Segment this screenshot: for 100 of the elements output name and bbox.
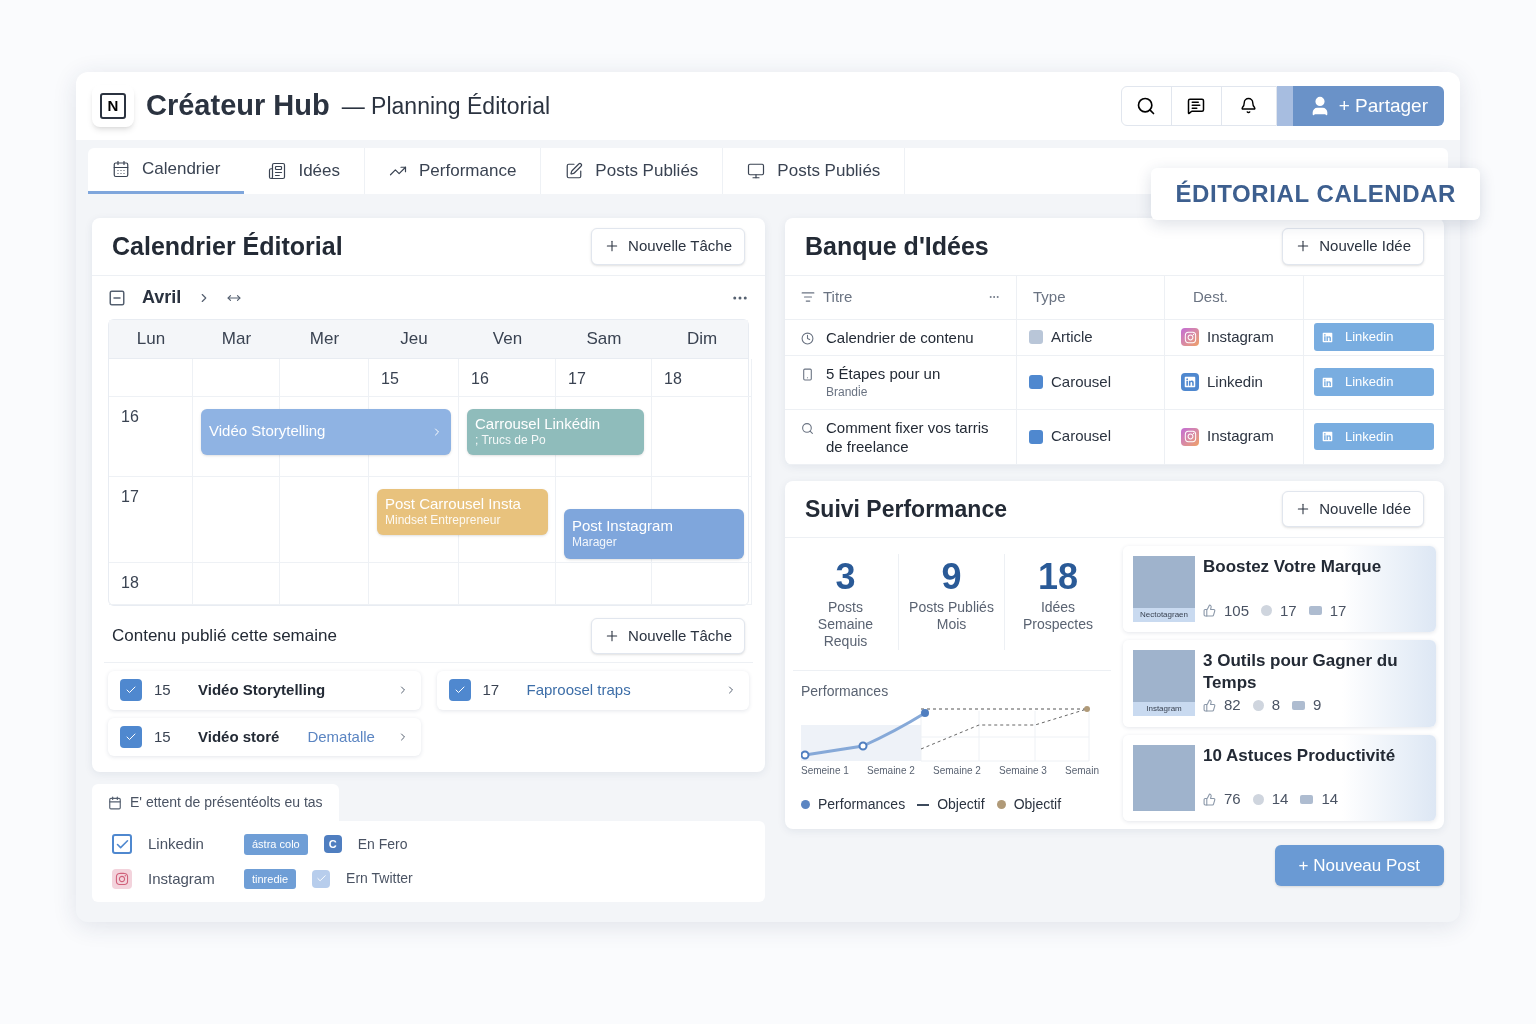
comments-count: 17 [1280,600,1297,621]
month-label: Avril [142,286,182,309]
comment-icon [1252,793,1264,805]
collapse-icon[interactable] [108,288,126,307]
type-label: Article [1051,326,1093,347]
linkedin-icon [1322,431,1333,442]
legend-label: Performances [818,795,906,814]
instagram-icon [1181,328,1199,346]
item-day: 15 [154,679,186,702]
event-title: Vidéo Storytelling [209,422,326,441]
published-item[interactable]: 17 Faproosel traps [436,671,749,710]
calendar-icon [112,160,130,178]
event-subtitle: ; Trucs de Po [475,433,546,449]
channel-tag: tinredie [244,868,297,889]
check-icon [120,725,142,748]
weekday-header: Dim [685,328,719,350]
photo-caption: Instagram [1133,702,1195,716]
card-title: Suivi Performance [805,494,1007,524]
data-point [921,709,929,717]
date-number: 17 [568,369,586,387]
axis-label: Semain [1065,764,1099,778]
comment-icon [1187,96,1206,115]
date-number: 18 [664,369,682,387]
logo-letter: N [100,92,126,119]
date-number: 16 [471,369,489,387]
likes-count: 76 [1224,789,1241,809]
legend-label: Objectif [1013,795,1062,814]
destination-label: Linkedin [1207,371,1263,392]
stat-label: Posts Publiés Mois [908,599,995,633]
nav-tab[interactable]: Calendrier [88,147,245,194]
thumbs-up-icon [1203,604,1216,618]
app-title: Créateur Hub [146,88,330,123]
event-title: Post Instagram [572,516,673,536]
channel-label: En Fero [357,834,408,854]
instagram-icon [1181,427,1199,446]
new-button[interactable]: Nouvelle Idée [1282,228,1424,265]
type-label: Carousel [1051,371,1112,392]
channel-name: Instagram [148,868,216,889]
axis-label: Semaine 3 [999,764,1047,778]
card-title: Banque d'Idées [805,230,989,262]
calendar-icon [108,795,122,810]
item-title: Vidéo Storytelling [198,680,326,700]
idea-subtitle: Brandi̇e [826,383,869,401]
item-tag: Dematalle [307,725,375,748]
new-button[interactable]: Nouvelle Idée [1282,490,1424,527]
stat-label: Posts Semaine Requis [816,599,875,650]
post-card[interactable]: Instagram 3 Outils pour Gagner du Temps 82 8 9 [1123,640,1436,727]
post-title: Boostez Votre Marque [1203,556,1382,578]
axis-label: Semaine 2 [933,764,981,778]
comments-count: 8 [1271,695,1281,715]
weekday-header: Mer [308,328,341,350]
date-number: 15 [381,369,399,387]
stat-label: Idées Prospectes [1021,599,1094,633]
thumbs-up-icon [1203,698,1216,712]
post-title: 3 Outils pour Gagner du Temps [1203,650,1399,694]
nav-tab[interactable]: Idées [244,147,366,194]
item-title: Vidéo storé [198,726,280,747]
floating-label: ÉDITORIAL CALENDAR [1151,168,1480,220]
nav-tab[interactable]: Performance [365,147,542,194]
newspaper-icon [268,161,287,180]
search-icon [1136,95,1157,116]
published-item[interactable]: 15 Vidéo Storytelling [108,671,421,710]
nav-tab[interactable]: Posts Publiés [541,147,724,194]
data-point [858,741,868,751]
idea-title: Comment fixer vos tarris de freelance [826,417,990,456]
bell-icon [1240,97,1258,115]
shares-count: 17 [1329,600,1347,621]
published-item[interactable]: 15 Vidéo storé Dematalle [108,717,421,756]
weekday-header: Mar [220,328,253,350]
item-day: 17 [482,679,515,702]
likes-count: 105 [1224,600,1250,621]
letter-badge: C [323,835,342,854]
linkedin-icon [1322,331,1333,343]
item-title: Faproosel traps [526,680,631,700]
app-subtitle: — Planning Éditorial [341,91,551,121]
card-title: Calendrier Éditorial [112,230,343,262]
stat-value: 3 [835,555,856,599]
check-icon [312,869,331,888]
weekday-header: Lun [135,328,167,350]
weekday-header: Ven [491,328,524,350]
post-card[interactable]: Nectotagraen Boostez Votre Marque 105 17 17 [1123,546,1436,632]
shares-count: 9 [1313,695,1322,715]
post-card[interactable]: 10 Astuces Productivité 76 14 14 [1123,734,1436,821]
photo-placeholder [1133,650,1195,702]
linkedin-icon [1181,373,1199,391]
checkbox[interactable] [112,834,132,855]
new-button[interactable]: Nouvelle Tâche [591,617,745,654]
monitor-icon [747,161,766,180]
photo-placeholder [1133,744,1195,811]
column-header: Type [1017,276,1165,320]
stat-value: 18 [1037,555,1078,599]
destination-label: Instagram [1207,426,1274,447]
nav-tab[interactable]: Posts Publiés [723,147,906,194]
objective-point [1084,706,1090,712]
new-button[interactable]: Nouvelle Tâche [591,228,745,265]
date-number: 17 [121,487,139,505]
thumbs-up-icon [1203,792,1216,806]
phone-icon [801,367,814,381]
type-icon [1029,330,1043,344]
column-header: Dest. [1165,276,1304,320]
